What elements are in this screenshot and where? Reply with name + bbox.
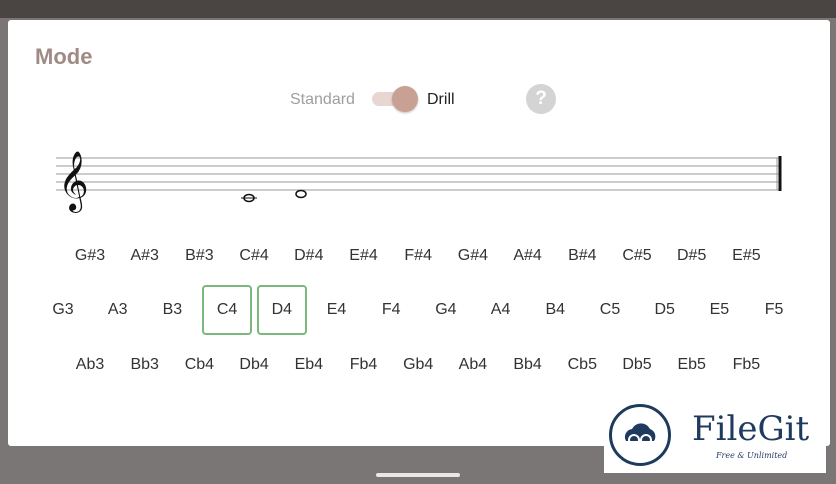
note-button-eb4[interactable]: Eb4 (284, 340, 334, 390)
natural-notes-row: G3 A3 B3 C4 D4 E4 F4 G4 A4 B4 C5 D5 E5 F5 (8, 285, 830, 335)
whole-note-d4 (295, 189, 307, 199)
note-button-cb4[interactable]: Cb4 (174, 340, 224, 390)
mode-switch-row: Standard Drill ? (8, 84, 830, 114)
note-button-esharp4[interactable]: E#4 (339, 231, 389, 281)
note-button-c4[interactable]: C4 (202, 285, 253, 335)
note-button-csharp4[interactable]: C#4 (229, 231, 279, 281)
note-button-bb4[interactable]: Bb4 (503, 340, 553, 390)
watermark-name: FileGit (692, 409, 810, 449)
note-button-csharp5[interactable]: C#5 (612, 231, 662, 281)
note-button-asharp4[interactable]: A#4 (503, 231, 553, 281)
standard-label: Standard (290, 91, 355, 108)
status-bar (0, 0, 836, 18)
note-button-b3[interactable]: B3 (147, 285, 197, 335)
note-button-fsharp4[interactable]: F#4 (393, 231, 443, 281)
drill-label: Drill (427, 91, 455, 108)
note-button-ab3[interactable]: Ab3 (65, 340, 115, 390)
note-button-bsharp3[interactable]: B#3 (174, 231, 224, 281)
note-button-eb5[interactable]: Eb5 (667, 340, 717, 390)
mode-dialog: Mode Standard Drill ? 𝄞 G#3 A#3 B#3 C#4 D#4 E… (8, 20, 830, 446)
note-button-bb3[interactable]: Bb3 (120, 340, 170, 390)
sharp-notes-row: G#3 A#3 B#3 C#4 D#4 E#4 F#4 G#4 A#4 B#4 C#5 D#5 E#5 (8, 231, 830, 281)
note-button-e5[interactable]: E5 (694, 285, 744, 335)
note-button-b4[interactable]: B4 (530, 285, 580, 335)
note-button-bsharp4[interactable]: B#4 (557, 231, 607, 281)
note-button-fb5[interactable]: Fb5 (721, 340, 771, 390)
note-button-gb4[interactable]: Gb4 (393, 340, 443, 390)
mode-toggle[interactable] (370, 86, 420, 112)
note-button-dsharp5[interactable]: D#5 (667, 231, 717, 281)
note-button-fb4[interactable]: Fb4 (339, 340, 389, 390)
music-staff: 𝄞 (56, 151, 782, 213)
note-button-gsharp3[interactable]: G#3 (65, 231, 115, 281)
note-button-c5[interactable]: C5 (585, 285, 635, 335)
flat-notes-row: Ab3 Bb3 Cb4 Db4 Eb4 Fb4 Gb4 Ab4 Bb4 Cb5 Db5 Eb5 Fb5 (8, 340, 830, 390)
help-button[interactable]: ? (526, 84, 556, 114)
note-button-g4[interactable]: G4 (421, 285, 471, 335)
note-button-a4[interactable]: A4 (476, 285, 526, 335)
note-button-db4[interactable]: Db4 (229, 340, 279, 390)
note-button-e4[interactable]: E4 (312, 285, 362, 335)
note-button-asharp3[interactable]: A#3 (120, 231, 170, 281)
filegit-logo-icon (609, 404, 671, 466)
watermark-tagline: Free & Unlimited (716, 451, 788, 460)
filegit-watermark: FileGit Free & Unlimited (604, 401, 826, 473)
note-button-d5[interactable]: D5 (640, 285, 690, 335)
note-button-dsharp4[interactable]: D#4 (284, 231, 334, 281)
note-button-db5[interactable]: Db5 (612, 340, 662, 390)
note-button-a3[interactable]: A3 (93, 285, 143, 335)
note-button-gsharp4[interactable]: G#4 (448, 231, 498, 281)
toggle-thumb (392, 86, 418, 112)
note-button-esharp5[interactable]: E#5 (721, 231, 771, 281)
note-button-ab4[interactable]: Ab4 (448, 340, 498, 390)
navigation-gesture-bar[interactable] (376, 473, 460, 477)
note-button-cb5[interactable]: Cb5 (557, 340, 607, 390)
note-button-d4[interactable]: D4 (256, 285, 307, 335)
note-button-f5[interactable]: F5 (749, 285, 799, 335)
dialog-title: Mode (35, 44, 93, 69)
note-button-g3[interactable]: G3 (38, 285, 88, 335)
note-button-f4[interactable]: F4 (366, 285, 416, 335)
treble-clef-icon: 𝄞 (58, 151, 89, 213)
